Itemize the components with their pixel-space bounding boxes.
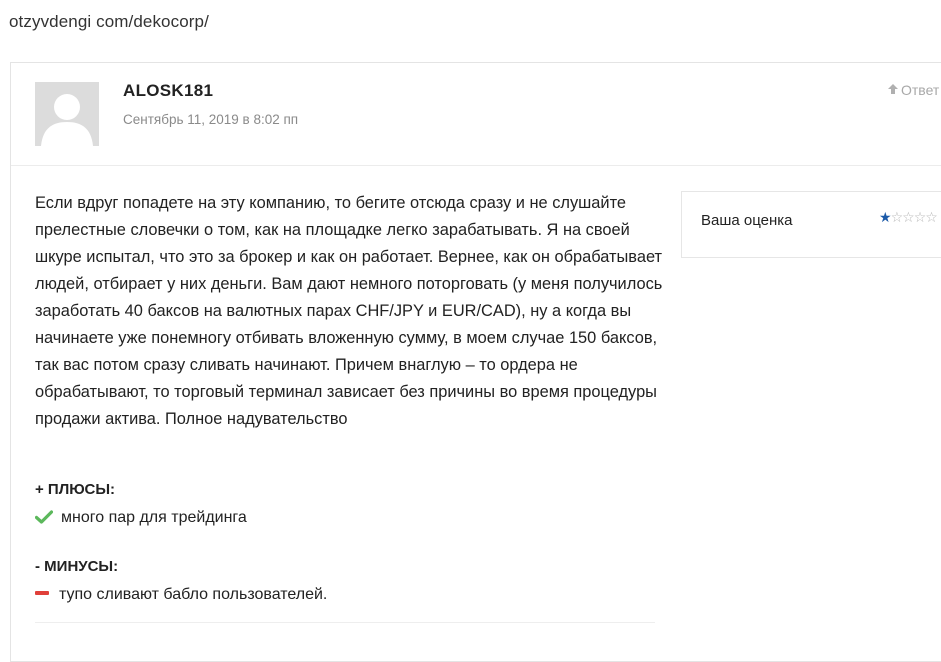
url-text: otzyvdengi com/dekocorp/ [9,12,209,31]
star-filled-icon[interactable]: ★ [879,209,892,225]
pros-title: + ПЛЮСЫ: [35,481,116,498]
cons-item: тупо сливают бабло пользователей. [35,586,327,604]
check-icon [34,510,54,524]
star-rating: ★☆☆☆☆ [879,209,938,226]
comment-date[interactable]: Сентябрь 11, 2019 в 8:02 пп [123,112,298,127]
reply-link[interactable]: Ответ [887,82,939,98]
comment-text: Если вдруг попадете на эту компанию, то … [35,194,663,428]
comment-author[interactable]: ALOSK181 [123,81,213,101]
cons-item-text: тупо сливают бабло пользователей. [59,586,328,603]
arrow-up-icon [887,82,899,98]
star-empty-icon[interactable]: ☆ [891,209,904,225]
divider [35,622,655,623]
pros-item: много пар для трейдинга [34,509,247,527]
minus-icon [35,591,49,595]
comment-card: ALOSK181 Сентябрь 11, 2019 в 8:02 пп Отв… [10,62,941,662]
star-empty-icon[interactable]: ☆ [902,209,915,225]
avatar[interactable] [35,82,99,146]
comment-header: ALOSK181 Сентябрь 11, 2019 в 8:02 пп Отв… [11,63,941,166]
reply-label: Ответ [901,82,940,98]
default-avatar-icon [35,82,99,146]
cons-title: - МИНУСЫ: [35,558,119,575]
star-empty-icon[interactable]: ☆ [925,209,938,225]
rating-label: Ваша оценка [701,212,793,229]
star-empty-icon[interactable]: ☆ [914,209,927,225]
rating-box: Ваша оценка ★☆☆☆☆ [681,191,941,258]
pros-item-text: много пар для трейдинга [61,509,247,526]
